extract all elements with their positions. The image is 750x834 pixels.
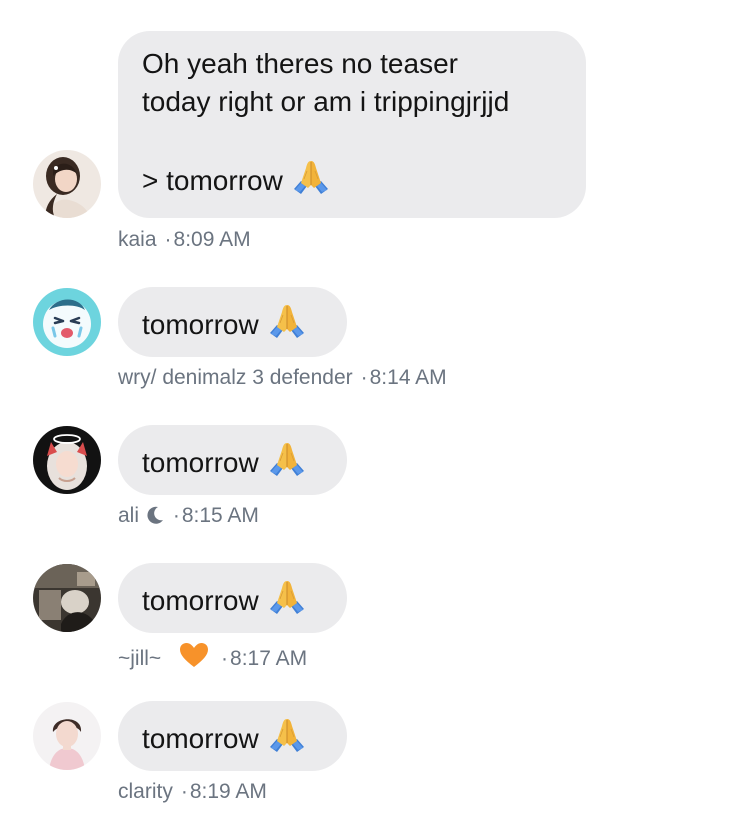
message-bubble[interactable]: tomorrow (118, 563, 347, 633)
folded-hands-emoji (267, 441, 307, 477)
folded-hands-emoji (267, 303, 307, 339)
timestamp: 8:17 AM (230, 647, 308, 670)
message-line: today right or am i trippingjrjjd (142, 86, 510, 117)
avatar-image (33, 426, 101, 494)
message-meta: ali ·8:15 AM (118, 504, 259, 528)
message-group: Oh yeah theres no teaser today right or … (0, 31, 750, 253)
avatar[interactable] (33, 702, 101, 770)
message-group: tomorrow ~jill~ ·8:17 AM (0, 563, 750, 673)
timestamp: 8:15 AM (181, 504, 259, 527)
message-text: tomorrow (142, 309, 259, 340)
timestamp: 8:14 AM (369, 366, 447, 389)
separator: · (360, 366, 368, 389)
message-group: tomorrow ali ·8:15 AM (0, 425, 750, 535)
message-bubble[interactable]: tomorrow (118, 425, 347, 495)
separator: · (180, 780, 188, 803)
message-bubble[interactable]: Oh yeah theres no teaser today right or … (118, 31, 586, 218)
message-line: Oh yeah theres no teaser (142, 48, 458, 79)
message-line (142, 121, 560, 159)
avatar[interactable] (33, 426, 101, 494)
avatar-image (33, 702, 101, 770)
timestamp: 8:19 AM (189, 780, 267, 803)
avatar[interactable] (33, 288, 101, 356)
message-text: tomorrow (142, 723, 259, 754)
message-meta: wry/ denimalz 3 defender ·8:14 AM (118, 366, 447, 390)
message-text: tomorrow (142, 447, 259, 478)
message-meta: kaia ·8:09 AM (118, 228, 251, 252)
separator: · (172, 504, 180, 527)
message-group: tomorrow wry/ denimalz 3 defender ·8:14 A… (0, 287, 750, 397)
orange-heart-icon (180, 643, 209, 667)
crescent-moon-icon (147, 506, 163, 524)
avatar[interactable] (33, 150, 101, 218)
message-line: > tomorrow (142, 159, 560, 200)
avatar-image (33, 564, 101, 632)
author-name[interactable]: wry/ denimalz 3 defender (118, 366, 353, 389)
avatar-image (33, 150, 101, 218)
author-name[interactable]: clarity (118, 780, 173, 803)
message-group: tomorrow clarity ·8:19 AM (0, 701, 750, 811)
separator: · (164, 228, 172, 251)
message-meta: clarity ·8:19 AM (118, 780, 267, 804)
timestamp: 8:09 AM (173, 228, 251, 251)
folded-hands-emoji (291, 159, 331, 195)
separator: · (221, 647, 229, 670)
message-text: tomorrow (142, 585, 259, 616)
folded-hands-emoji (267, 717, 307, 753)
folded-hands-emoji (267, 579, 307, 615)
avatar-image (33, 288, 101, 356)
avatar[interactable] (33, 564, 101, 632)
message-meta: ~jill~ ·8:17 AM (118, 642, 307, 671)
author-name[interactable]: kaia (118, 228, 157, 251)
author-name[interactable]: ~jill~ (118, 647, 161, 670)
chat-thread: { "messages": [ { "author": "kaia", "tim… (0, 0, 750, 834)
author-name[interactable]: ali (118, 504, 139, 527)
message-bubble[interactable]: tomorrow (118, 701, 347, 771)
message-bubble[interactable]: tomorrow (118, 287, 347, 357)
